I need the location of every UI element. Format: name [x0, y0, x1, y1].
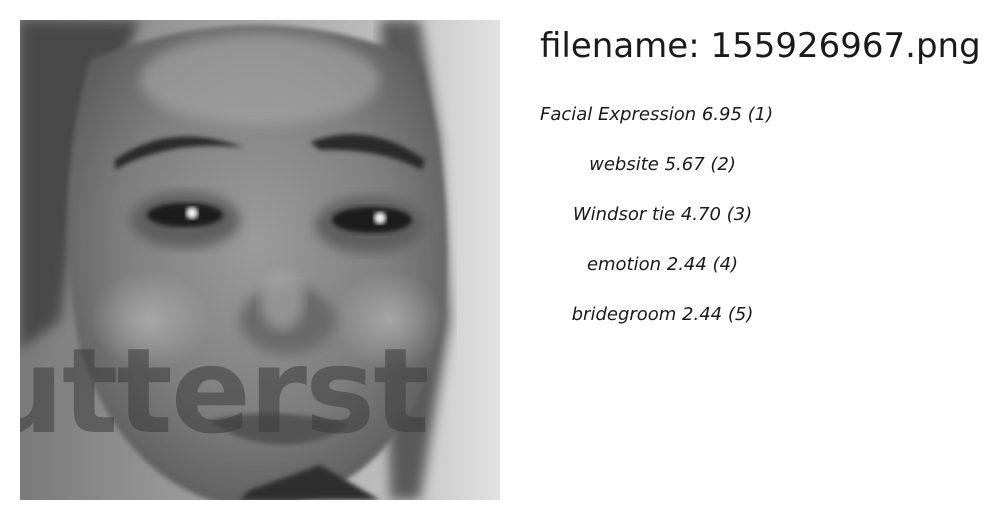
prediction-label: Facial Expression 6.95 (1): [540, 104, 774, 125]
face-photo-drawing: utterst: [20, 20, 500, 500]
filename-title: filename: 155926967.png: [540, 26, 981, 66]
prediction-label: website 5.67 (2): [589, 154, 736, 175]
watermark-text: utterst: [20, 322, 428, 460]
prediction-label: bridegroom 2.44 (5): [571, 304, 754, 325]
face-photo: utterst: [20, 20, 500, 500]
prediction-label: emotion 2.44 (4): [586, 254, 739, 275]
prediction-label: Windsor tie 4.70 (3): [572, 204, 753, 225]
prediction-label-list: Facial Expression 6.95 (1) website 5.67 …: [540, 96, 785, 346]
